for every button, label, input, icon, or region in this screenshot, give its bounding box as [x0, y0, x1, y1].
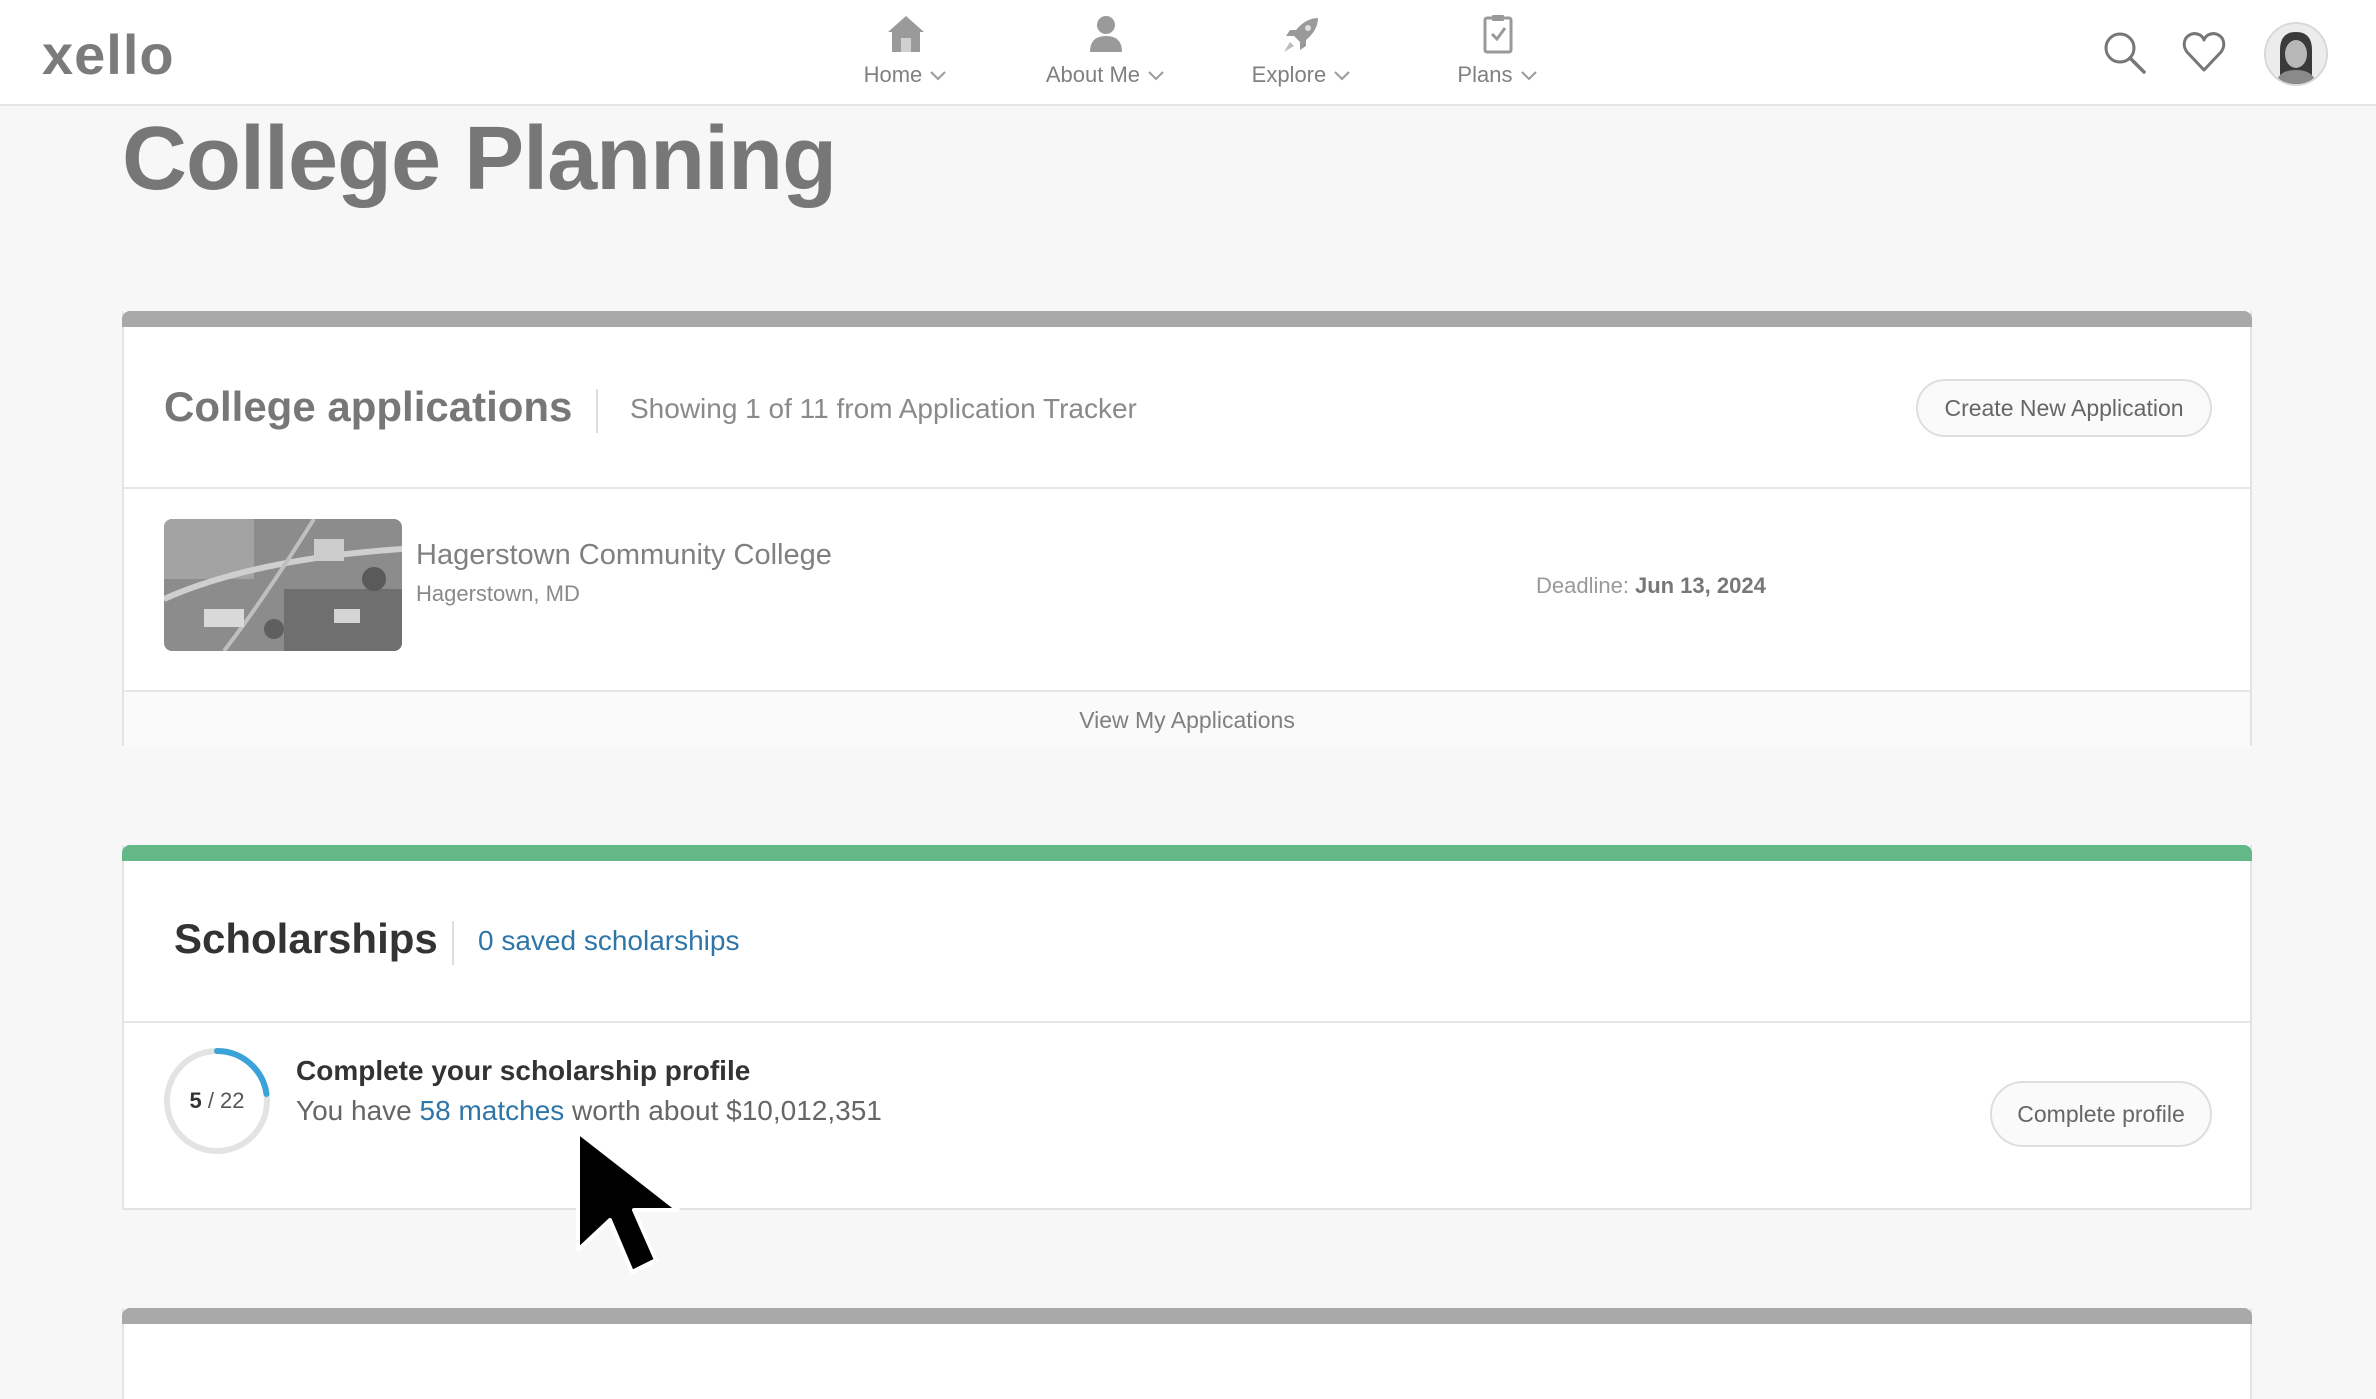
page-title: College Planning [122, 109, 837, 209]
nav-about-me-label: About Me [1045, 62, 1141, 87]
scholarships-card: Scholarships 0 saved scholarships 5 / 22… [122, 845, 2252, 1210]
clipboard-icon [1483, 15, 1513, 54]
progress-count: 5 / 22 [162, 1046, 272, 1156]
college-applications-card: College applications Showing 1 of 11 fro… [122, 311, 2252, 748]
college-name[interactable]: Hagerstown Community College [416, 539, 832, 572]
nav-home[interactable]: Home [826, 12, 986, 88]
heart-icon[interactable] [2180, 28, 2228, 76]
college-location: Hagerstown, MD [416, 581, 580, 606]
application-deadline: Deadline: Jun 13, 2024 [1536, 573, 1766, 599]
mouse-cursor-icon [576, 1130, 680, 1274]
create-new-application-button[interactable]: Create New Application [1916, 379, 2212, 437]
chevron-down-icon [930, 71, 947, 81]
chevron-down-icon [1148, 71, 1164, 81]
divider [124, 1021, 2250, 1023]
nav-about-me[interactable]: About Me [1026, 12, 1186, 88]
person-icon [1090, 16, 1122, 52]
chevron-down-icon [1520, 71, 1537, 81]
nav-explore[interactable]: Explore [1222, 12, 1382, 88]
applications-title: College applications [164, 383, 573, 430]
header-divider [596, 389, 598, 433]
top-nav-bar: xello Home About Me Explore Plans [0, 0, 2376, 106]
avatar[interactable] [2264, 22, 2328, 86]
header-divider [452, 921, 454, 965]
nav-explore-label: Explore [1251, 62, 1327, 87]
divider [124, 487, 2250, 489]
avatar-image [2266, 24, 2326, 84]
applications-count-text: Showing 1 of 11 from Application Tracker [630, 393, 1137, 424]
nav-plans-label: Plans [1457, 62, 1513, 87]
matches-suffix: worth about $10,012,351 [564, 1095, 882, 1126]
home-icon [888, 16, 924, 52]
view-my-applications-link[interactable]: View My Applications [124, 692, 2250, 748]
deadline-label: Deadline: [1536, 573, 1629, 598]
matches-prefix: You have [296, 1095, 420, 1126]
progress-separator: / [201, 1088, 221, 1113]
knowledge-card [122, 1308, 2252, 1399]
progress-completed: 5 [189, 1088, 202, 1113]
matches-link[interactable]: 58 matches [420, 1095, 565, 1126]
search-icon[interactable] [2100, 28, 2148, 76]
deadline-value: Jun 13, 2024 [1634, 573, 1766, 598]
nav-plans[interactable]: Plans [1418, 12, 1578, 88]
nav-home-label: Home [863, 62, 923, 87]
progress-total: 22 [220, 1088, 245, 1113]
scholarships-title: Scholarships [174, 915, 438, 962]
complete-profile-heading: Complete your scholarship profile [296, 1055, 751, 1086]
card-accent-bar [122, 845, 2252, 861]
xello-logo[interactable]: xello [42, 22, 175, 87]
card-accent-bar [122, 311, 2252, 327]
rocket-icon [1284, 18, 1318, 52]
college-thumbnail[interactable] [164, 519, 402, 651]
chevron-down-icon [1334, 71, 1351, 81]
saved-scholarships-link[interactable]: 0 saved scholarships [478, 925, 739, 957]
matches-description: You have 58 matches worth about $10,012,… [296, 1095, 882, 1127]
complete-profile-button[interactable]: Complete profile [1990, 1081, 2212, 1147]
card-accent-bar [122, 1308, 2252, 1324]
